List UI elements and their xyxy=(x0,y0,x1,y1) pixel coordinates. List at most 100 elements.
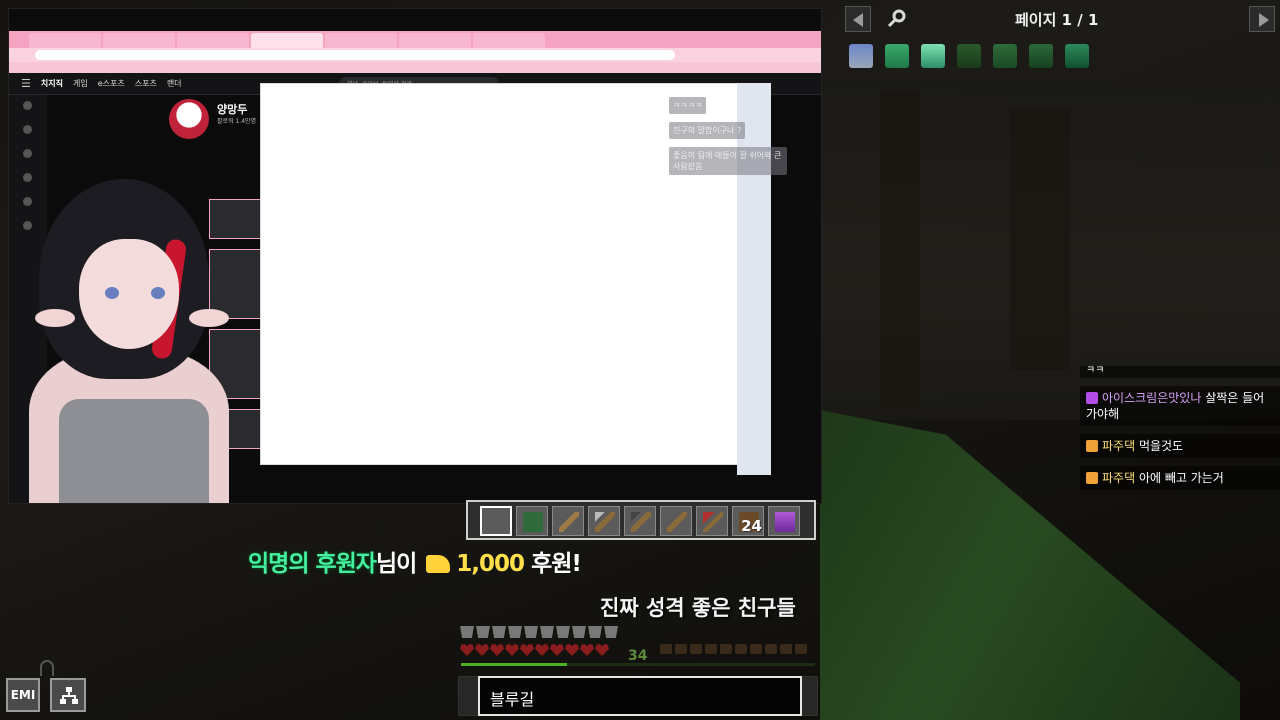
stream-mini-chat: ㅋㅋㅋㅋ 친구의 말밥이구나 ? 좋음이 팀에 애들이 잘 쉬어와 큰 사람같음 xyxy=(669,97,789,183)
donation-unit: 후원! xyxy=(531,551,582,577)
heart-icon xyxy=(460,644,474,656)
chat-input[interactable]: 블루길 xyxy=(478,676,802,716)
donation-amount: 1,000 xyxy=(456,551,525,577)
nav-sports[interactable]: 스포츠 xyxy=(135,78,157,89)
stream-capture-window: ☰ 치지직 게임 e스포츠 스포츠 랜더 채널, 라이브, 동영상 검색 양망두… xyxy=(8,8,822,504)
tree-hierarchy-icon xyxy=(60,687,78,704)
hotbar-slot-3[interactable] xyxy=(552,506,584,536)
drumstick-icon xyxy=(795,644,807,654)
hotbar-slot-1[interactable] xyxy=(480,506,512,536)
browser-tab[interactable] xyxy=(473,33,545,48)
browser-tab[interactable] xyxy=(177,33,249,48)
vine-icon[interactable] xyxy=(957,44,981,68)
armor-pip-icon xyxy=(572,626,586,638)
browser-tab[interactable] xyxy=(29,33,101,48)
armor-pip-icon xyxy=(540,626,554,638)
heart-icon xyxy=(520,644,534,656)
sidebar-icon[interactable] xyxy=(23,125,32,134)
prev-page-button[interactable] xyxy=(845,6,871,32)
chat-panel: ㅋㅋ 아이스크림은맛있나 살짝은 들어가야해 파주댁 먹을것도 파주댁 아에 빼… xyxy=(1080,366,1280,490)
hotbar-slot-5[interactable] xyxy=(624,506,656,536)
moss-block-icon[interactable] xyxy=(1029,44,1053,68)
armor-pip-icon xyxy=(588,626,602,638)
cheese-icon xyxy=(426,555,451,573)
hamburger-menu-icon[interactable]: ☰ xyxy=(21,77,31,90)
heart-icon xyxy=(505,644,519,656)
chat-username: 아이스크림은맛있나 xyxy=(1102,391,1202,405)
sidebar-icon[interactable] xyxy=(23,149,32,158)
nav-game[interactable]: 게임 xyxy=(73,78,88,89)
heart-icon xyxy=(595,644,609,656)
nav-esports[interactable]: e스포츠 xyxy=(98,78,125,89)
drumstick-icon xyxy=(780,644,792,654)
channel-avatar[interactable] xyxy=(169,99,209,139)
xp-bar-fill xyxy=(461,663,568,666)
redstone-tool-icon xyxy=(703,512,723,532)
armor-bar xyxy=(460,626,618,638)
mini-chat-message: ㅋㅋㅋㅋ xyxy=(669,97,707,114)
vtuber-avatar xyxy=(9,169,259,503)
donation-alert: 익명의 후원자님이 1,000 후원! xyxy=(248,544,582,578)
emi-button[interactable]: EMI xyxy=(6,678,40,712)
water-bucket-icon[interactable] xyxy=(849,44,873,68)
seagrass-icon[interactable] xyxy=(1065,44,1089,68)
next-page-button[interactable] xyxy=(1249,6,1275,32)
page-indicator: 페이지 1 / 1 xyxy=(1015,11,1099,29)
browser-tab[interactable] xyxy=(399,33,471,48)
hotbar-slot-4[interactable] xyxy=(588,506,620,536)
browser-tab[interactable] xyxy=(325,33,397,48)
browser-tab[interactable] xyxy=(103,33,175,48)
item-count: 24 xyxy=(741,517,762,535)
channel-followers: 팔로워 1.4만명 xyxy=(217,118,257,125)
chat-message-partial: ㅋㅋ xyxy=(1080,366,1280,378)
pickaxe-icon xyxy=(631,512,651,532)
heart-icon xyxy=(565,644,579,656)
leaf-cluster-icon[interactable] xyxy=(993,44,1017,68)
drumstick-icon xyxy=(750,644,762,654)
address-bar[interactable] xyxy=(9,48,821,62)
armor-pip-icon xyxy=(524,626,538,638)
tree-trunk xyxy=(880,90,920,410)
stick-icon xyxy=(559,512,579,532)
site-logo[interactable]: 치지직 xyxy=(41,78,63,89)
search-icon[interactable] xyxy=(887,8,907,28)
hotbar-slot-8[interactable]: 24 xyxy=(732,506,764,536)
drumstick-icon xyxy=(675,644,687,654)
donation-message: 진짜 성격 좋은 친구들 xyxy=(600,596,796,620)
pickaxe-icon xyxy=(595,512,615,532)
drumstick-icon xyxy=(735,644,747,654)
blank-document-window[interactable] xyxy=(260,83,738,465)
stick-icon xyxy=(667,512,687,532)
hotbar-slot-6[interactable] xyxy=(660,506,692,536)
chest-badge-icon xyxy=(1086,440,1098,452)
browser-tab-active[interactable] xyxy=(251,33,323,48)
chat-username: 파주댁 xyxy=(1102,439,1136,453)
nav-random[interactable]: 랜더 xyxy=(167,78,182,89)
browser-tab-strip[interactable] xyxy=(9,31,821,48)
heart-icon xyxy=(490,644,504,656)
mini-chat-message: 친구의 말밥이구나 ? xyxy=(669,122,746,139)
hotbar-slot-9[interactable] xyxy=(768,506,800,536)
emerald-gear-icon[interactable] xyxy=(885,44,909,68)
armor-pip-icon xyxy=(460,626,474,638)
health-bar xyxy=(460,644,609,656)
arrow-right-icon xyxy=(1259,13,1269,27)
recipe-tree-button[interactable] xyxy=(50,678,86,712)
chat-message: 파주댁 먹을것도 xyxy=(1080,434,1280,458)
chat-message: 파주댁 아에 빼고 가는거 xyxy=(1080,466,1280,490)
hotbar-slot-7[interactable] xyxy=(696,506,728,536)
hotbar-slot-2[interactable] xyxy=(516,506,548,536)
green-block-icon xyxy=(523,512,543,532)
donation-suffix: 님이 xyxy=(375,551,417,577)
beacon-block-icon[interactable] xyxy=(921,44,945,68)
heart-icon xyxy=(475,644,489,656)
armor-pip-icon xyxy=(492,626,506,638)
heart-badge-icon xyxy=(1086,392,1098,404)
channel-name[interactable]: 양망두 xyxy=(217,101,247,117)
sidebar-icon[interactable] xyxy=(23,101,32,110)
chat-username: 파주댁 xyxy=(1102,471,1136,485)
chat-message: 아이스크림은맛있나 살짝은 들어가야해 xyxy=(1080,386,1280,426)
armor-pip-icon xyxy=(556,626,570,638)
chat-text: 아에 빼고 가는거 xyxy=(1135,471,1224,485)
hotbar: 24 xyxy=(466,500,816,540)
